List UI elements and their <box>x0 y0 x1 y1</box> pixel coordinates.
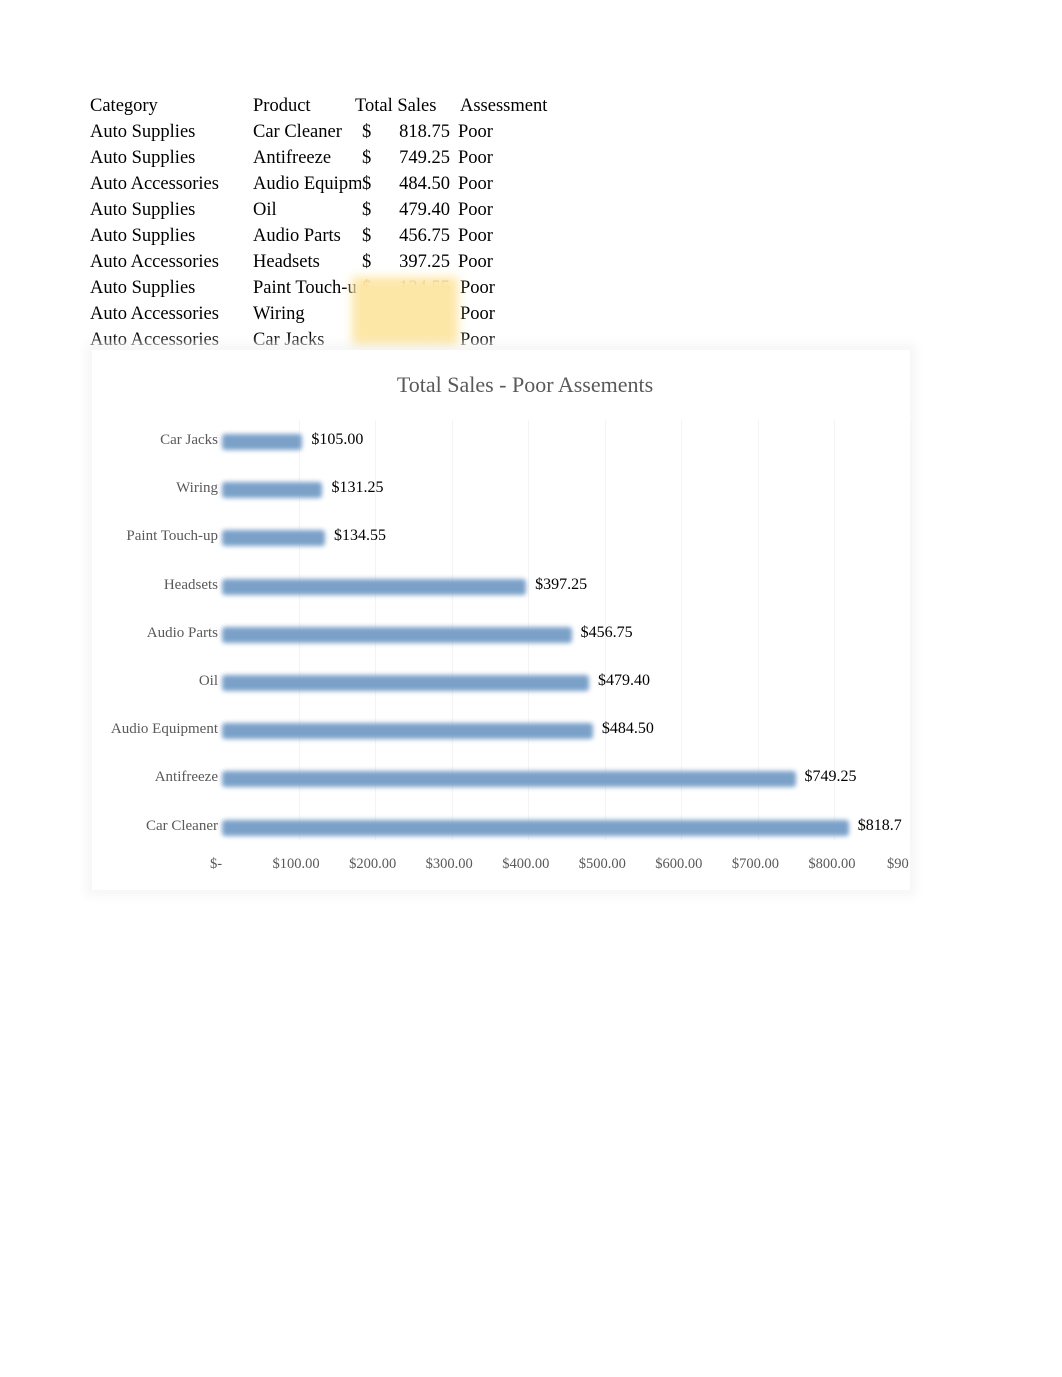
bar[interactable] <box>222 819 849 836</box>
chart-title: Total Sales - Poor Assements <box>396 372 654 397</box>
total-sales-cell: 397.25 <box>399 252 450 272</box>
x-tick-label: $700.00 <box>731 856 779 872</box>
product-cell: Wiring <box>253 304 305 324</box>
header-assessment: Assessment <box>460 96 548 116</box>
bar[interactable] <box>222 626 572 643</box>
assessment-cell: Poor <box>458 252 493 272</box>
gridline <box>910 420 912 840</box>
data-label: $479.40 <box>597 672 650 689</box>
product-cell: Antifreeze <box>253 148 332 168</box>
category-cell: Auto Supplies <box>90 122 196 142</box>
category-cell: Auto Accessories <box>90 174 219 194</box>
x-tick-label: $400.00 <box>502 856 550 872</box>
header-product: Product <box>253 96 311 116</box>
assessment-cell: Poor <box>458 148 493 168</box>
assessment-cell: Poor <box>458 122 493 142</box>
assessment-cell: Poor <box>460 278 495 298</box>
category-label: Paint Touch-up <box>126 528 218 545</box>
x-tick-label: $100.00 <box>272 856 320 872</box>
x-tick-label: $- <box>210 856 223 872</box>
x-tick-label: $800.00 <box>808 856 856 872</box>
category-cell: Auto Supplies <box>90 200 196 220</box>
product-cell: Headsets <box>253 252 320 272</box>
category-label: Headsets <box>163 576 218 593</box>
currency-cell: $ <box>362 200 372 220</box>
product-cell: Paint Touch-u <box>253 278 357 298</box>
x-tick-label: $90 <box>886 856 909 872</box>
category-cell: Auto Supplies <box>90 148 196 168</box>
bar[interactable] <box>222 434 303 450</box>
category-cell: Auto Supplies <box>90 278 196 298</box>
data-label: $818.7 <box>857 816 902 834</box>
data-label: $131.25 <box>331 479 384 497</box>
total-sales-cell: 484.50 <box>399 174 450 194</box>
data-label: $484.50 <box>601 720 654 738</box>
total-sales-cell: 479.40 <box>399 200 450 220</box>
category-label: Wiring <box>176 480 218 497</box>
x-tick-label: $200.00 <box>349 856 397 872</box>
product-cell: Audio Parts <box>253 226 341 246</box>
data-label: $134.55 <box>333 527 386 545</box>
highlight-fill <box>352 277 458 354</box>
x-tick-label: $500.00 <box>578 856 626 872</box>
product-cell: Audio Equipm <box>253 174 361 194</box>
bar[interactable] <box>222 482 323 499</box>
bar[interactable] <box>222 771 796 788</box>
data-label: $397.25 <box>535 575 588 593</box>
category-label: Oil <box>198 673 218 689</box>
bar[interactable] <box>222 578 527 595</box>
bar[interactable] <box>222 675 589 691</box>
currency-cell: $ <box>362 148 372 168</box>
bar-chart[interactable]: Total Sales - Poor Assements $- $100.00 $2… <box>92 350 912 890</box>
currency-cell: $ <box>362 122 372 142</box>
product-cell: Car Cleaner <box>253 122 342 142</box>
product-cell: Oil <box>253 200 277 220</box>
total-sales-cell: 456.75 <box>399 226 450 246</box>
category-label: Car Jacks <box>160 432 218 448</box>
data-label: $749.25 <box>804 768 857 786</box>
x-tick-label: $600.00 <box>655 856 703 872</box>
category-label: Car Cleaner <box>145 817 218 834</box>
total-sales-cell: 749.25 <box>399 148 450 168</box>
assessment-cell: Poor <box>458 200 493 220</box>
assessment-cell: Poor <box>458 174 493 194</box>
currency-cell: $ <box>362 226 372 246</box>
category-label: Audio Equipment <box>110 721 218 738</box>
header-total-sales: Total Sales <box>355 96 437 116</box>
assessment-cell: Poor <box>458 226 493 246</box>
bar[interactable] <box>222 530 325 547</box>
category-cell: Auto Accessories <box>90 252 219 272</box>
data-label: $456.75 <box>580 623 633 641</box>
bar[interactable] <box>222 723 593 740</box>
x-tick-label: $300.00 <box>425 856 473 872</box>
currency-cell: $ <box>362 174 372 194</box>
currency-cell: $ <box>362 252 372 272</box>
data-label: $105.00 <box>311 431 364 448</box>
assessment-cell: Poor <box>460 304 495 324</box>
category-label: Antifreeze <box>154 769 218 786</box>
category-label: Audio Parts <box>146 624 218 641</box>
category-cell: Auto Supplies <box>90 226 196 246</box>
header-category: Category <box>90 96 158 116</box>
total-sales-cell: 818.75 <box>399 122 450 142</box>
category-cell: Auto Accessories <box>90 304 219 324</box>
